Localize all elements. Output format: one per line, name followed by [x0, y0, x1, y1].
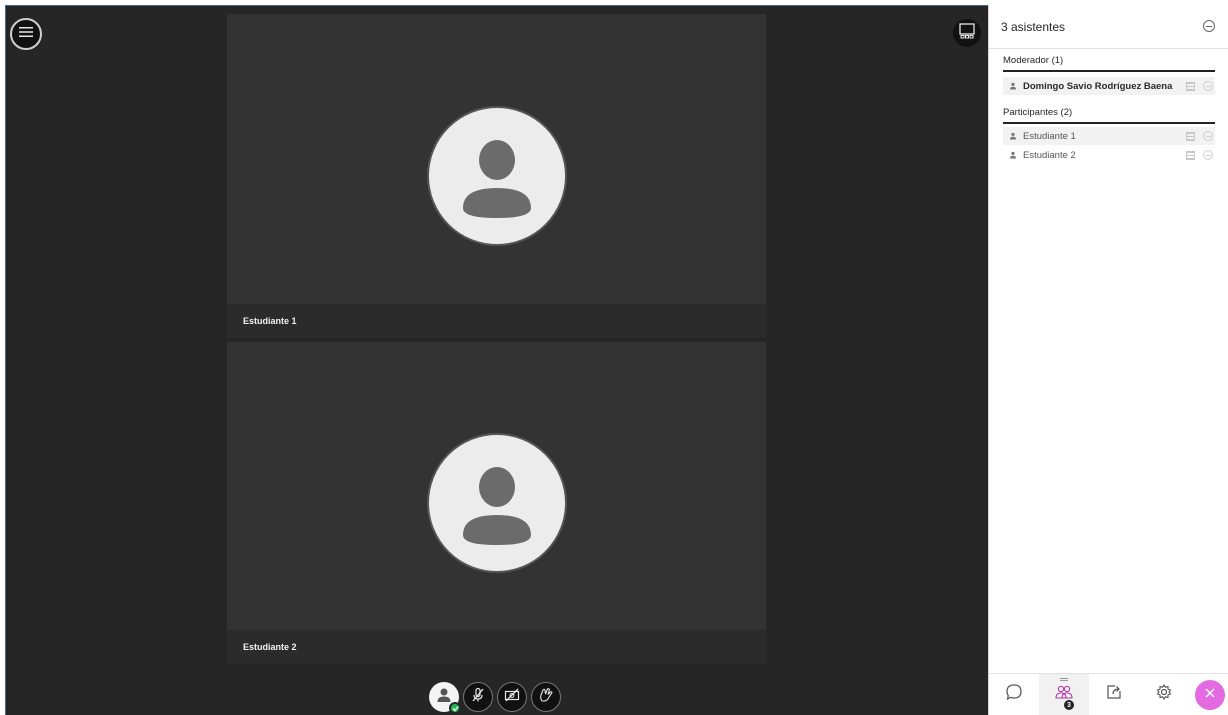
video-stage: Estudiante 1 Estudiante 2: [5, 5, 988, 715]
person-icon: [1003, 151, 1023, 159]
tab-settings[interactable]: [1139, 674, 1189, 715]
session-menu-button[interactable]: [10, 18, 42, 50]
attendee-options-icon[interactable]: [1186, 131, 1195, 141]
panel-title: 3 asistentes: [1001, 19, 1066, 34]
attendee-options-icon[interactable]: [1186, 150, 1195, 160]
collapse-panel-button[interactable]: [1203, 20, 1215, 32]
attendee-name: Estudiante 1: [1023, 130, 1076, 142]
close-icon: [1204, 686, 1216, 704]
attendee-name: Domingo Savio Rodríguez Baena: [1023, 80, 1173, 92]
media-controls: [429, 681, 561, 714]
user-avatar-icon: [426, 433, 567, 573]
participant-video-tile[interactable]: Estudiante 1: [227, 14, 766, 338]
leave-session-button[interactable]: [1195, 679, 1225, 710]
camera-off-icon: [504, 687, 520, 708]
raise-hand-icon: [538, 687, 554, 708]
hamburger-icon: [19, 25, 33, 43]
microphone-toggle-button[interactable]: [463, 682, 493, 712]
panel-tab-bar: 3: [989, 673, 1228, 715]
camera-toggle-button[interactable]: [497, 682, 527, 712]
attendees-count-badge: 3: [1064, 700, 1074, 710]
person-icon: [1003, 132, 1023, 140]
settings-icon: [1155, 683, 1173, 706]
microphone-muted-icon: [470, 687, 486, 708]
user-avatar-icon: [426, 106, 567, 246]
share-content-icon: [1105, 683, 1123, 706]
attendee-row[interactable]: Estudiante 2: [1003, 146, 1215, 164]
drag-handle-icon: [1060, 678, 1068, 681]
status-check-icon: [449, 702, 461, 714]
attendee-remove-icon[interactable]: [1203, 131, 1213, 141]
attendee-row[interactable]: Estudiante 1: [1003, 127, 1215, 145]
participant-name-label: Estudiante 1: [227, 304, 766, 338]
my-status-button[interactable]: [429, 682, 461, 714]
raise-hand-button[interactable]: [531, 682, 561, 712]
attendee-name: Estudiante 2: [1023, 149, 1076, 161]
tab-share-content[interactable]: [1089, 674, 1139, 715]
participants-heading: Participantes (2): [1003, 107, 1215, 124]
panel-header: 3 asistentes: [989, 5, 1228, 49]
moderators-heading: Moderador (1): [1003, 55, 1215, 72]
attendee-remove-icon[interactable]: [1203, 81, 1213, 91]
participant-video-tile[interactable]: Estudiante 2: [227, 342, 766, 664]
attendees-panel: 3 asistentes Moderador (1) Domingo Savio…: [988, 5, 1228, 715]
video-area: [227, 14, 766, 304]
layout-toggle-icon: [959, 22, 975, 44]
chat-icon: [1005, 683, 1023, 706]
person-icon: [1003, 82, 1023, 90]
attendee-row-moderator[interactable]: Domingo Savio Rodríguez Baena: [1003, 77, 1215, 95]
video-area: [227, 342, 766, 630]
tab-chat[interactable]: [989, 674, 1039, 715]
layout-toggle-button[interactable]: [953, 19, 981, 47]
attendee-remove-icon[interactable]: [1203, 150, 1213, 160]
attendee-options-icon[interactable]: [1186, 81, 1195, 91]
tab-attendees[interactable]: 3: [1039, 674, 1089, 715]
participant-name-label: Estudiante 2: [227, 630, 766, 664]
